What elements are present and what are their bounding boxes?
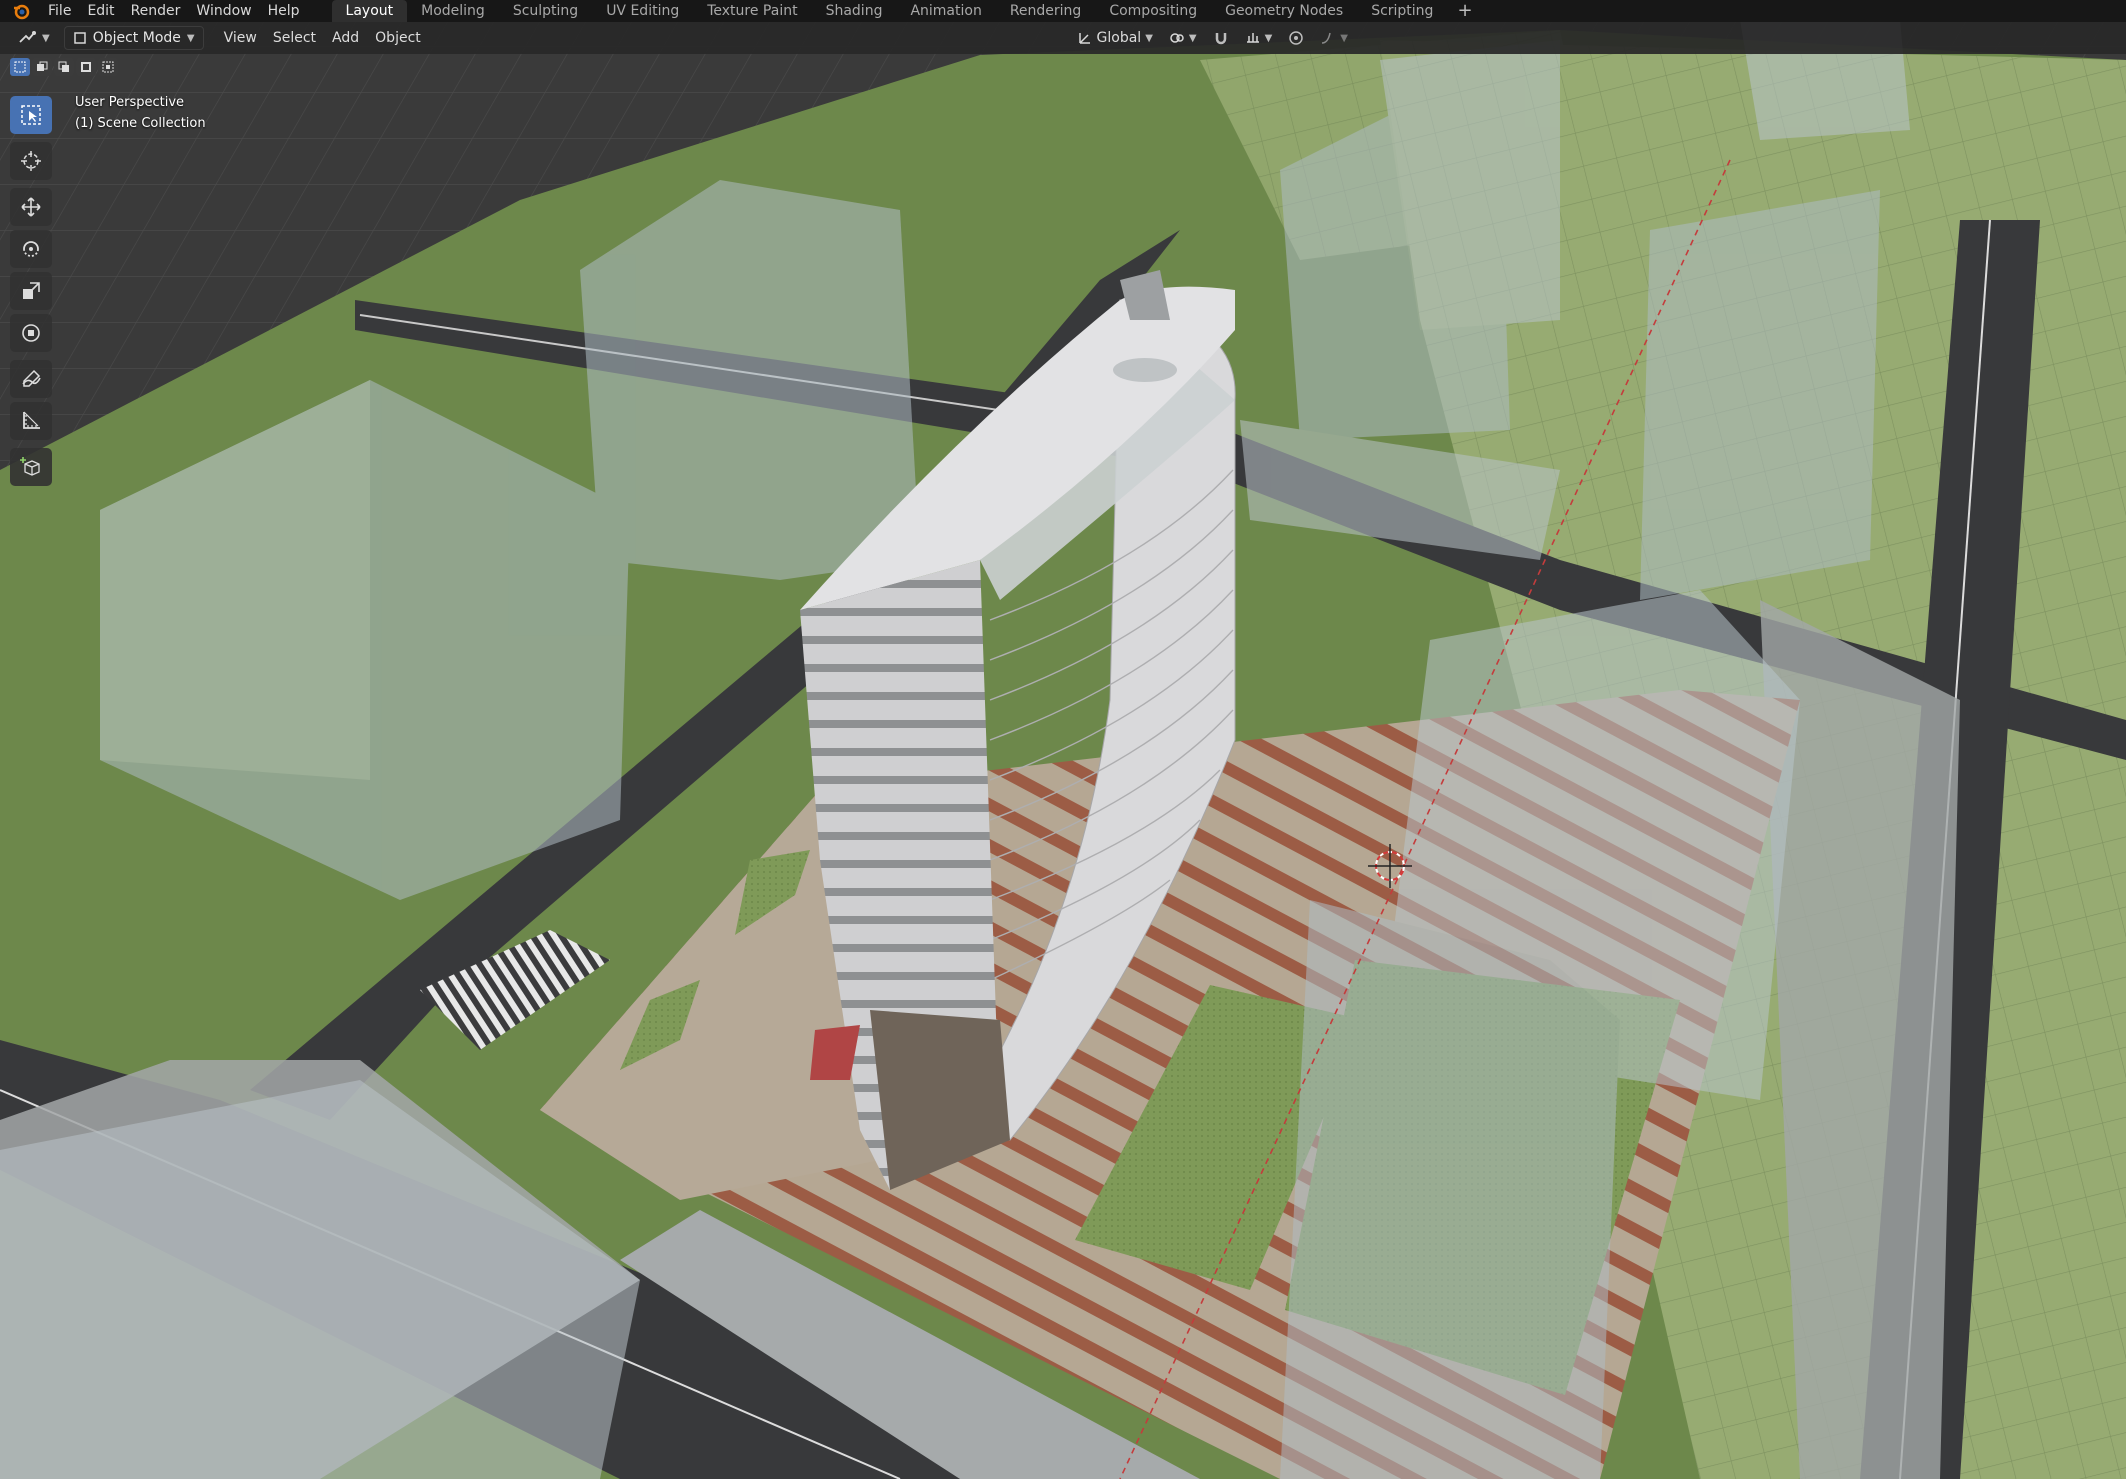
editor-type-icon <box>19 31 36 43</box>
tab-shading[interactable]: Shading <box>812 0 897 22</box>
select-new-icon[interactable] <box>10 58 30 76</box>
transform-icon[interactable] <box>10 314 52 352</box>
chevron-down-icon: ▼ <box>186 32 195 44</box>
chevron-down-icon: ▼ <box>42 32 50 44</box>
tab-texture-paint[interactable]: Texture Paint <box>693 0 811 22</box>
object-mode-label: Object Mode <box>92 30 181 46</box>
chevron-down-icon: ▼ <box>1264 32 1273 44</box>
chevron-down-icon: ▼ <box>1188 32 1197 44</box>
tool-shelf <box>10 96 54 490</box>
pivot-point-dropdown[interactable]: ▼ <box>1161 27 1205 49</box>
cursor-icon[interactable] <box>10 142 52 180</box>
menu-render[interactable]: Render <box>123 0 189 22</box>
object-mode-icon <box>73 32 86 44</box>
tab-rendering[interactable]: Rendering <box>996 0 1096 22</box>
falloff-dropdown[interactable]: ▼ <box>1312 27 1356 49</box>
select-invert-icon[interactable] <box>76 58 96 76</box>
viewport-info: User Perspective (1) Scene Collection <box>75 92 206 134</box>
orientation-label: Global <box>1096 30 1142 46</box>
collection-label: (1) Scene Collection <box>75 116 206 131</box>
tab-compositing[interactable]: Compositing <box>1095 0 1211 22</box>
proportional-edit-icon <box>1289 31 1304 45</box>
select-menu[interactable]: Select <box>265 27 324 49</box>
selection-mode-group <box>10 58 118 76</box>
add-menu[interactable]: Add <box>324 27 367 49</box>
object-menu[interactable]: Object <box>367 27 429 49</box>
pivot-icon <box>1170 33 1184 43</box>
move-icon[interactable] <box>10 188 52 226</box>
chevron-down-icon: ▼ <box>1145 32 1153 44</box>
annotate-icon[interactable] <box>10 360 52 398</box>
menu-file[interactable]: File <box>40 0 79 22</box>
tab-sculpting[interactable]: Sculpting <box>499 0 592 22</box>
snap-target-dropdown[interactable]: ▼ <box>1237 27 1281 49</box>
view-menu[interactable]: View <box>216 27 265 49</box>
select-box-icon[interactable] <box>10 96 52 134</box>
menu-help[interactable]: Help <box>260 0 308 22</box>
tab-uv-editing[interactable]: UV Editing <box>592 0 693 22</box>
rotate-icon[interactable] <box>10 230 52 268</box>
tab-modeling[interactable]: Modeling <box>407 0 499 22</box>
perspective-label: User Perspective <box>75 95 185 110</box>
measure-icon[interactable] <box>10 402 52 440</box>
falloff-curve-icon <box>1322 32 1332 44</box>
proportional-editing-toggle[interactable] <box>1280 27 1312 49</box>
tab-animation[interactable]: Animation <box>896 0 995 22</box>
chevron-down-icon: ▼ <box>1340 32 1348 44</box>
add-workspace-button[interactable]: + <box>1447 0 1482 22</box>
scale-icon[interactable] <box>10 272 52 310</box>
menu-window[interactable]: Window <box>188 0 259 22</box>
tab-geometry-nodes[interactable]: Geometry Nodes <box>1211 0 1357 22</box>
add-cube-icon[interactable] <box>10 448 52 486</box>
object-mode-dropdown[interactable]: Object Mode ▼ <box>63 26 204 50</box>
3d-viewport[interactable] <box>0 0 2126 1479</box>
magnet-icon <box>1215 33 1226 45</box>
transform-orientation-dropdown[interactable]: Global ▼ <box>1069 27 1161 49</box>
select-intersect-icon[interactable] <box>98 58 118 76</box>
snap-increment-icon <box>1246 33 1259 43</box>
tab-scripting[interactable]: Scripting <box>1357 0 1447 22</box>
select-subtract-icon[interactable] <box>54 58 74 76</box>
viewport-header: ▼ Object Mode ▼ View Select Add Object G… <box>0 22 2126 54</box>
tab-layout[interactable]: Layout <box>331 0 408 22</box>
blender-logo-icon[interactable] <box>10 0 32 22</box>
select-extend-icon[interactable] <box>32 58 52 76</box>
top-bar: File Edit Render Window Help Layout Mode… <box>0 0 2126 22</box>
editor-type-button[interactable]: ▼ <box>10 27 58 49</box>
orientation-icon <box>1078 33 1090 44</box>
menu-edit[interactable]: Edit <box>79 0 122 22</box>
snap-toggle[interactable] <box>1205 27 1237 49</box>
